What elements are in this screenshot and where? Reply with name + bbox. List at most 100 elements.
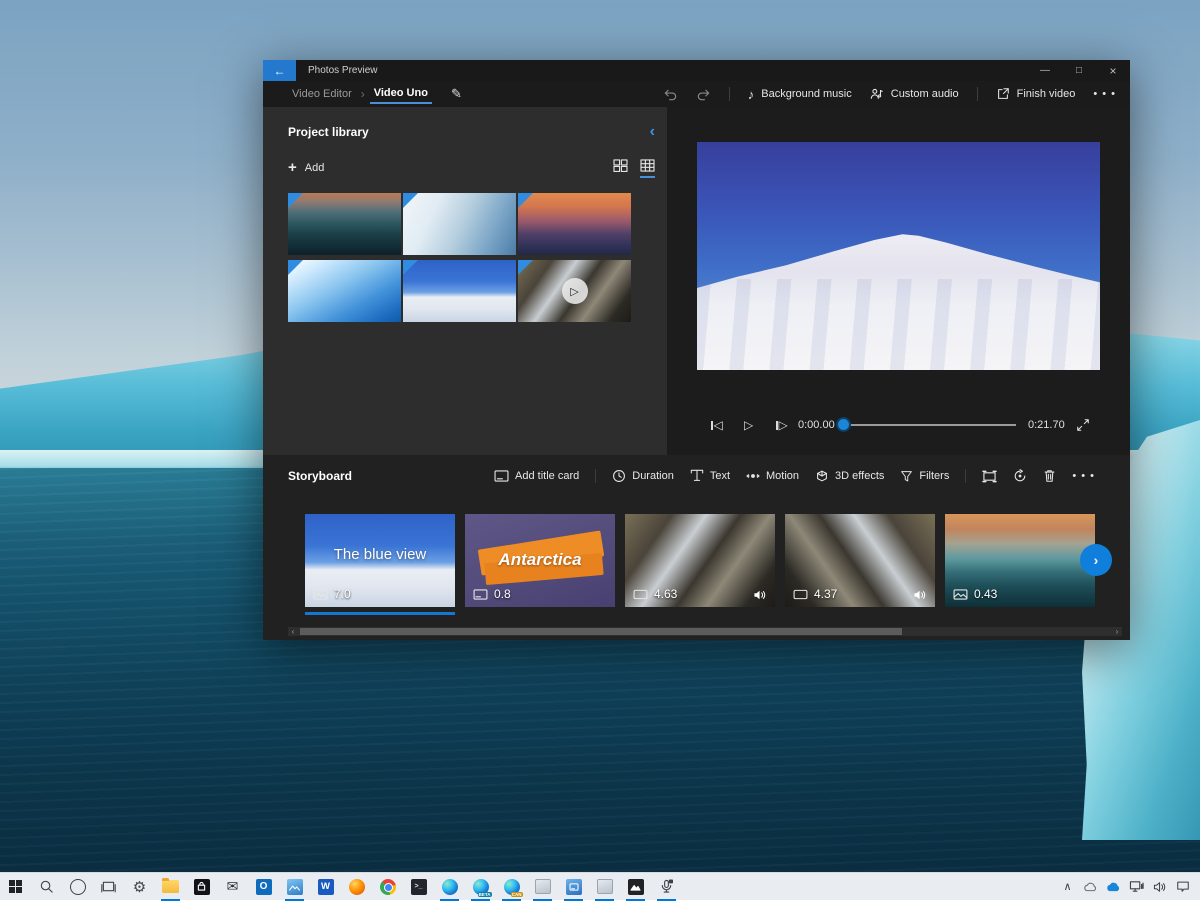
background-music-label: Background music [761, 88, 852, 100]
scrollbar-left-arrow[interactable]: ‹ [288, 627, 298, 636]
undo-button[interactable] [663, 87, 678, 102]
more-options-button[interactable]: • • • [1093, 88, 1116, 100]
back-button[interactable]: ← [263, 60, 296, 81]
tray-network[interactable] [1125, 873, 1148, 901]
word-icon: W [318, 879, 334, 895]
filters-button[interactable]: Filters [900, 470, 949, 483]
settings-button[interactable]: ⚙ [124, 873, 155, 901]
background-music-button[interactable]: ♪ Background music [748, 87, 852, 102]
next-frame-button[interactable]: ▷ [775, 418, 788, 432]
seek-slider-thumb[interactable] [836, 417, 851, 432]
toolbar-divider [595, 469, 596, 483]
library-toolbar: + Add [288, 159, 655, 176]
finish-video-button[interactable]: Finish video [996, 87, 1076, 101]
library-thumbnail-iceberg-sunset-orange[interactable] [518, 193, 631, 255]
video-preview[interactable] [697, 142, 1100, 370]
microphone-icon [660, 879, 673, 894]
duration-button[interactable]: Duration [612, 469, 674, 483]
clip-duration: 4.63 [654, 587, 677, 601]
breadcrumb: Video Editor › Video Uno ✎ [292, 86, 462, 102]
taskbar-app-light-2[interactable] [589, 873, 620, 901]
image-icon [313, 589, 328, 600]
collapse-panel-icon[interactable]: ‹ [650, 127, 655, 137]
breadcrumb-project-name[interactable]: Video Uno [374, 87, 428, 101]
effects-3d-button[interactable]: 3D effects [815, 469, 884, 483]
library-thumbnail-ice-closeup[interactable] [403, 193, 516, 255]
add-media-button[interactable]: + Add [288, 159, 324, 176]
action-center-button[interactable] [1171, 873, 1194, 901]
storyboard-clip-waterfall-1[interactable]: 4.63 [625, 514, 775, 607]
taskbar-voice-recorder[interactable] [651, 873, 682, 901]
grid-small-view-button[interactable] [640, 159, 655, 176]
taskbar-terminal[interactable]: >_ [403, 873, 434, 901]
close-button[interactable]: × [1096, 60, 1130, 81]
clip-duration-badge: 4.63 [633, 587, 677, 601]
redo-button[interactable] [696, 87, 711, 102]
rotate-button[interactable] [1013, 469, 1027, 483]
taskbar-outlook[interactable]: O [248, 873, 279, 901]
scrollbar-right-arrow[interactable]: › [1112, 627, 1122, 636]
added-corner-icon [518, 193, 533, 208]
library-thumbnail-snow-mountain[interactable] [403, 260, 516, 322]
breadcrumb-video-editor[interactable]: Video Editor [292, 88, 352, 100]
scroll-clips-right-button[interactable]: › [1080, 544, 1112, 576]
taskbar-mail[interactable]: ✉ [217, 873, 248, 901]
storyboard-clip-waterfall-2[interactable] [785, 514, 935, 607]
previous-frame-button[interactable]: ◁ [710, 418, 723, 432]
play-button[interactable]: ▷ [744, 418, 753, 432]
taskbar-word[interactable]: W [310, 873, 341, 901]
custom-audio-button[interactable]: Custom audio [870, 87, 959, 101]
taskbar-edge[interactable] [434, 873, 465, 901]
maximize-button[interactable]: □ [1062, 60, 1096, 81]
taskbar-file-explorer[interactable] [155, 873, 186, 901]
show-hidden-icons-button[interactable]: ∧ [1056, 873, 1079, 901]
minimize-button[interactable]: — [1028, 60, 1062, 81]
taskbar-chrome[interactable] [372, 873, 403, 901]
storyboard-clip-the-blue-view[interactable]: The blue view 7.0 [305, 514, 455, 607]
text-icon [690, 469, 704, 483]
taskbar-photos-legacy[interactable] [620, 873, 651, 901]
storyboard-scrollbar[interactable]: ‹ › [288, 627, 1122, 636]
taskbar-store[interactable] [186, 873, 217, 901]
rename-pencil-icon[interactable]: ✎ [451, 86, 462, 102]
next-frame-icon: ▷ [779, 418, 788, 432]
delete-button[interactable] [1043, 469, 1056, 483]
start-button[interactable] [0, 873, 31, 901]
taskbar-app-light-1[interactable] [527, 873, 558, 901]
clip-audio-icon[interactable] [753, 589, 767, 601]
rotate-icon [1013, 469, 1027, 483]
taskbar-edge-canary[interactable]: CAN [496, 873, 527, 901]
text-button[interactable]: Text [690, 469, 730, 483]
cortana-button[interactable] [62, 873, 93, 901]
library-thumbnail-blue-ice-flare[interactable] [288, 260, 401, 322]
motion-button[interactable]: Motion [746, 469, 799, 483]
task-view-button[interactable] [93, 873, 124, 901]
search-button[interactable] [31, 873, 62, 901]
storyboard-more-button[interactable]: • • • [1072, 470, 1095, 482]
storyboard-clip-iceberg-mirror[interactable]: 0.43 [945, 514, 1095, 607]
taskbar-firefox[interactable] [341, 873, 372, 901]
tray-onedrive[interactable] [1079, 873, 1102, 901]
add-title-card-button[interactable]: Add title card [494, 470, 579, 482]
seek-slider[interactable] [838, 424, 1016, 426]
video-icon [633, 589, 648, 600]
windows-logo-icon [9, 880, 23, 894]
added-corner-icon [288, 260, 303, 275]
tray-volume[interactable] [1148, 873, 1171, 901]
photos-legacy-icon [628, 879, 644, 895]
edge-beta-badge: BETA [478, 892, 492, 897]
taskbar-photos[interactable] [279, 873, 310, 901]
tray-onedrive-personal[interactable] [1102, 873, 1125, 901]
storyboard-clip-antarctica[interactable]: Antarctica 0.8 [465, 514, 615, 607]
library-thumbnail-iceberg-sunset-dark[interactable] [288, 193, 401, 255]
scrollbar-track[interactable] [298, 627, 1112, 636]
grid-large-view-button[interactable] [613, 159, 628, 176]
gear-icon: ⚙ [133, 878, 146, 896]
redo-icon [696, 87, 711, 102]
library-thumbnail-rocky-waterfall[interactable]: ▷ [518, 260, 631, 322]
resize-button[interactable] [982, 470, 997, 483]
fullscreen-button[interactable] [1076, 418, 1090, 432]
taskbar-your-phone[interactable] [558, 873, 589, 901]
scrollbar-thumb[interactable] [300, 628, 902, 635]
taskbar-edge-beta[interactable]: BETA [465, 873, 496, 901]
